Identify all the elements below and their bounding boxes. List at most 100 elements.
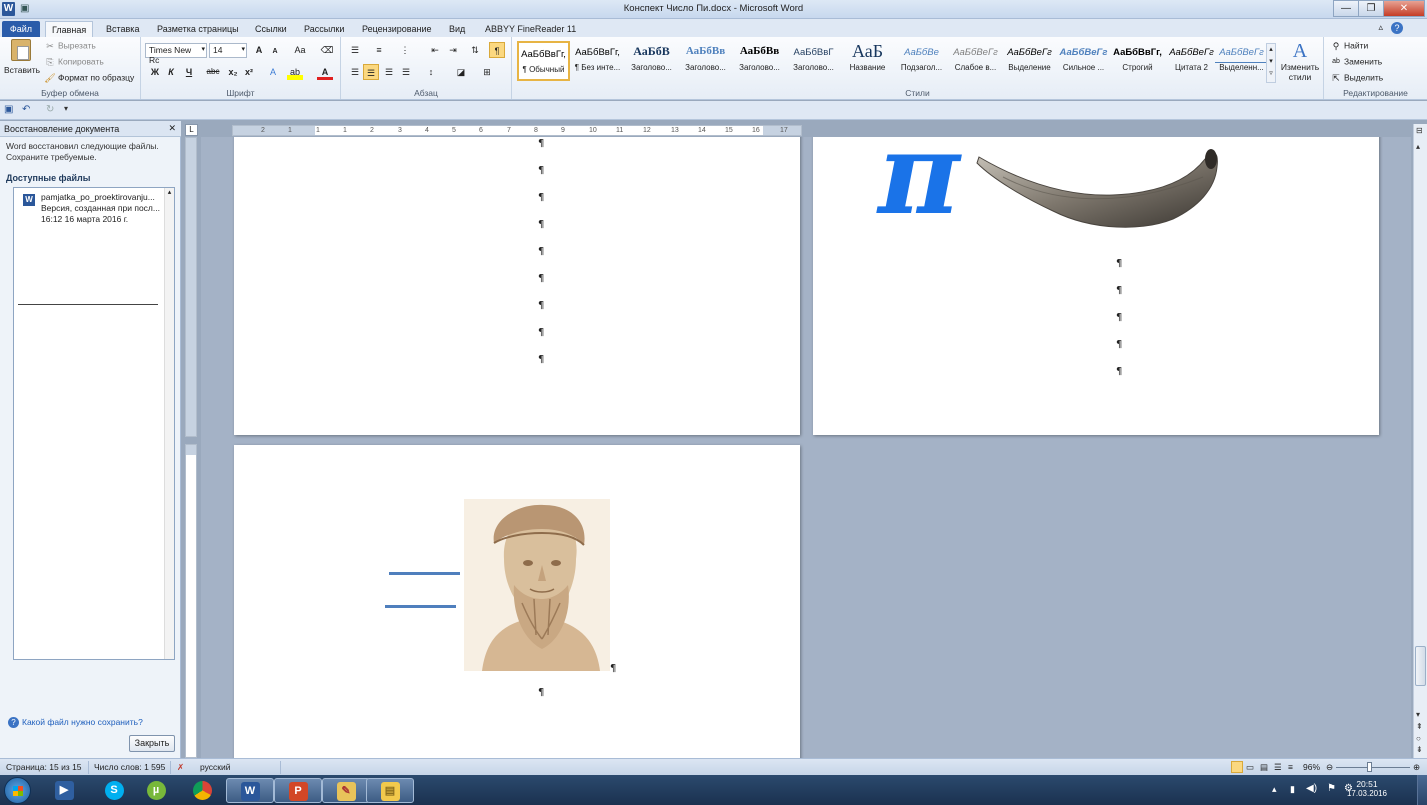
document-scrollbar[interactable]: ⊟ ▴ ▾ ⇞ ○ ⇟ xyxy=(1413,124,1427,758)
skype-icon[interactable]: S xyxy=(90,778,138,803)
utorrent-icon[interactable]: µ xyxy=(132,778,180,803)
style-item[interactable]: АаБ Название xyxy=(841,41,894,81)
horizontal-ruler[interactable]: 2 1 1 1 2 3 4 5 6 7 8 9 10 11 12 13 14 15 16 17 xyxy=(232,125,802,136)
start-button[interactable] xyxy=(4,777,31,804)
borders-icon[interactable]: ⊞ xyxy=(479,64,495,80)
copy-button[interactable]: ⎘ Копировать xyxy=(44,56,103,68)
paste-button[interactable]: Вставить xyxy=(4,39,40,75)
chrome-icon[interactable] xyxy=(178,778,226,803)
word-taskbar-icon[interactable]: W xyxy=(226,778,274,803)
font-color-button[interactable]: A xyxy=(317,64,333,80)
document-page[interactable]: π ¶ ¶ ¶ ¶ ¶ xyxy=(813,137,1379,435)
style-item[interactable]: АаБбВе Подзагол... xyxy=(895,41,948,81)
zoom-slider[interactable] xyxy=(1336,767,1410,768)
grow-font-button[interactable]: A xyxy=(251,42,267,58)
italic-button[interactable]: К xyxy=(163,64,179,80)
media-player-icon[interactable]: ▶ xyxy=(40,778,88,803)
zoom-in-icon[interactable]: ⊕ xyxy=(1413,762,1420,773)
format-painter-button[interactable]: 🖌 Формат по образцу xyxy=(44,72,134,84)
shading-icon[interactable]: ◪ xyxy=(453,64,469,80)
pythagoras-bust-image[interactable] xyxy=(464,499,610,671)
select-button[interactable]: ⇱ Выделить xyxy=(1330,72,1383,84)
align-center-icon[interactable]: ☰ xyxy=(363,64,379,80)
zoom-slider-handle[interactable] xyxy=(1367,762,1372,772)
style-item[interactable]: АаБбВ Заголово... xyxy=(625,41,678,81)
document-area[interactable]: ¶ ¶ ¶ ¶ ¶ ¶ ¶ ¶ ¶ π ¶ ¶ ¶ ¶ ¶ ¶ ¶ xyxy=(201,137,1411,758)
close-pane-button[interactable]: Закрыть xyxy=(129,735,175,752)
style-item[interactable]: АаБбВвГг, ¶ Обычный xyxy=(517,41,570,81)
align-right-icon[interactable]: ☰ xyxy=(381,64,397,80)
strikethrough-button[interactable]: abc xyxy=(205,64,221,80)
styles-scroll[interactable]: ▴ ▾ ▿ xyxy=(1266,43,1276,83)
align-left-icon[interactable]: ☰ xyxy=(347,64,363,80)
replace-button[interactable]: ab Заменить xyxy=(1330,56,1382,68)
style-item[interactable]: АаБбВвГг, Строгий xyxy=(1111,41,1164,81)
line-spacing-icon[interactable]: ↕ xyxy=(423,64,439,80)
tab-insert[interactable]: Вставка xyxy=(100,21,145,37)
full-screen-view-icon[interactable]: ▭ xyxy=(1246,762,1254,773)
redo-icon[interactable]: ↻ xyxy=(46,104,54,115)
previous-page-icon[interactable]: ⇞ xyxy=(1416,722,1423,731)
numbering-icon[interactable]: ≡ xyxy=(371,42,387,58)
tab-references[interactable]: Ссылки xyxy=(249,21,293,37)
web-layout-view-icon[interactable]: ▤ xyxy=(1260,762,1268,773)
shofar-horn-image[interactable] xyxy=(973,137,1223,233)
increase-indent-icon[interactable]: ⇥ xyxy=(445,42,461,58)
change-styles-button[interactable]: A Изменить стили xyxy=(1279,40,1321,82)
document-page[interactable]: ¶ ¶ ¶ ¶ ¶ ¶ ¶ ¶ ¶ xyxy=(234,137,800,435)
help-icon[interactable]: ? xyxy=(1391,22,1403,34)
change-case-button[interactable]: Aa xyxy=(289,42,311,58)
zoom-out-icon[interactable]: ⊖ xyxy=(1326,762,1333,773)
page-count[interactable]: Страница: 15 из 15 xyxy=(6,762,82,772)
close-icon[interactable]: ✕ xyxy=(168,123,176,134)
tab-home[interactable]: Главная xyxy=(45,21,94,37)
tab-page-layout[interactable]: Разметка страницы xyxy=(151,21,245,37)
proofing-icon[interactable]: ✗ xyxy=(177,762,184,773)
sort-icon[interactable]: ⇅ xyxy=(467,42,483,58)
find-button[interactable]: ⚲ Найти xyxy=(1330,40,1369,52)
powerpoint-taskbar-icon[interactable]: P xyxy=(274,778,322,803)
show-desktop-button[interactable] xyxy=(1417,775,1427,805)
next-page-icon[interactable]: ⇟ xyxy=(1416,745,1423,754)
undo-icon[interactable]: ↶ xyxy=(22,104,30,115)
scroll-down-icon[interactable]: ▾ xyxy=(1416,710,1420,719)
close-button[interactable]: ✕ xyxy=(1383,0,1425,17)
text-effects-icon[interactable]: A xyxy=(265,64,281,80)
list-scrollbar[interactable]: ▴ xyxy=(164,188,174,659)
decrease-indent-icon[interactable]: ⇤ xyxy=(427,42,443,58)
underline-button[interactable]: Ч xyxy=(181,64,197,80)
multilevel-list-icon[interactable]: ⋮ xyxy=(397,42,413,58)
tray-chevron-icon[interactable]: ▴ xyxy=(1272,784,1277,795)
zoom-level[interactable]: 96% xyxy=(1303,762,1320,772)
style-item[interactable]: АаБбВвГ Заголово... xyxy=(787,41,840,81)
tab-review[interactable]: Рецензирование xyxy=(356,21,438,37)
style-item[interactable]: АаБбВеГг Цитата 2 xyxy=(1165,41,1218,81)
pi-symbol-image[interactable]: π xyxy=(871,137,967,233)
network-icon[interactable]: ▮ xyxy=(1290,784,1295,795)
tab-view[interactable]: Вид xyxy=(443,21,471,37)
tab-abbyy[interactable]: ABBYY FineReader 11 xyxy=(479,21,582,37)
flag-icon[interactable]: ⚑ xyxy=(1327,783,1336,794)
minimize-button[interactable]: — xyxy=(1333,0,1359,17)
style-item[interactable]: АаБбВеГг Выделение xyxy=(1003,41,1056,81)
outline-view-icon[interactable]: ☰ xyxy=(1274,762,1282,773)
bold-button[interactable]: Ж xyxy=(147,64,163,80)
paint-taskbar-icon[interactable]: ✎ xyxy=(322,778,370,803)
language-indicator[interactable]: русский xyxy=(200,762,231,772)
tab-mailings[interactable]: Рассылки xyxy=(298,21,350,37)
style-item[interactable]: АаБбВв Заголово... xyxy=(679,41,732,81)
justify-icon[interactable]: ☰ xyxy=(398,64,414,80)
show-formatting-button[interactable]: ¶ xyxy=(489,42,505,58)
font-size-select[interactable]: 14 ▾ xyxy=(209,43,247,58)
highlight-icon[interactable]: ab xyxy=(287,64,303,80)
style-item[interactable]: АаБбВв Заголово... xyxy=(733,41,786,81)
font-name-select[interactable]: Times New Rc ▾ xyxy=(145,43,207,65)
explorer-taskbar-icon[interactable]: ▤ xyxy=(366,778,414,803)
vertical-ruler[interactable] xyxy=(185,444,197,758)
bullets-icon[interactable]: ☰ xyxy=(347,42,363,58)
tab-selector[interactable]: L xyxy=(185,124,198,136)
document-page[interactable]: ¶ ¶ xyxy=(234,445,800,758)
help-link[interactable]: ? Какой файл нужно сохранить? xyxy=(8,717,143,728)
tab-file[interactable]: Файл xyxy=(2,21,40,37)
print-layout-view-icon[interactable] xyxy=(1231,761,1243,773)
